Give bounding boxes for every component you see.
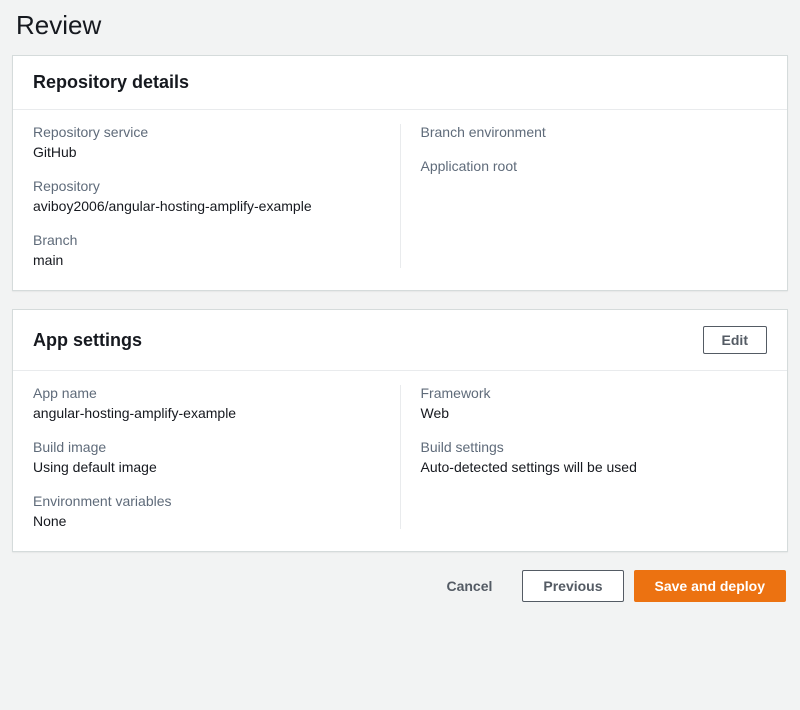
repository-value: aviboy2006/angular-hosting-amplify-examp… bbox=[33, 198, 380, 214]
app-name-label: App name bbox=[33, 385, 380, 401]
branch-label: Branch bbox=[33, 232, 380, 248]
build-image-value: Using default image bbox=[33, 459, 380, 475]
repository-details-heading: Repository details bbox=[33, 72, 189, 93]
branch-environment-label: Branch environment bbox=[421, 124, 768, 140]
repository-details-header: Repository details bbox=[13, 56, 787, 110]
edit-button[interactable]: Edit bbox=[703, 326, 767, 354]
action-row: Cancel Previous Save and deploy bbox=[12, 570, 788, 602]
application-root-label: Application root bbox=[421, 158, 768, 174]
framework-value: Web bbox=[421, 405, 768, 421]
environment-variables-value: None bbox=[33, 513, 380, 529]
app-name-value: angular-hosting-amplify-example bbox=[33, 405, 380, 421]
save-and-deploy-button[interactable]: Save and deploy bbox=[634, 570, 786, 602]
repository-service-value: GitHub bbox=[33, 144, 380, 160]
environment-variables-label: Environment variables bbox=[33, 493, 380, 509]
framework-label: Framework bbox=[421, 385, 768, 401]
repository-details-panel: Repository details Repository service Gi… bbox=[12, 55, 788, 291]
branch-value: main bbox=[33, 252, 380, 268]
page-title: Review bbox=[16, 10, 788, 41]
app-settings-header: App settings Edit bbox=[13, 310, 787, 371]
cancel-button[interactable]: Cancel bbox=[426, 571, 512, 601]
build-settings-label: Build settings bbox=[421, 439, 768, 455]
app-settings-panel: App settings Edit App name angular-hosti… bbox=[12, 309, 788, 552]
build-settings-value: Auto-detected settings will be used bbox=[421, 459, 768, 475]
previous-button[interactable]: Previous bbox=[522, 570, 623, 602]
repository-service-label: Repository service bbox=[33, 124, 380, 140]
app-settings-heading: App settings bbox=[33, 330, 142, 351]
build-image-label: Build image bbox=[33, 439, 380, 455]
repository-label: Repository bbox=[33, 178, 380, 194]
